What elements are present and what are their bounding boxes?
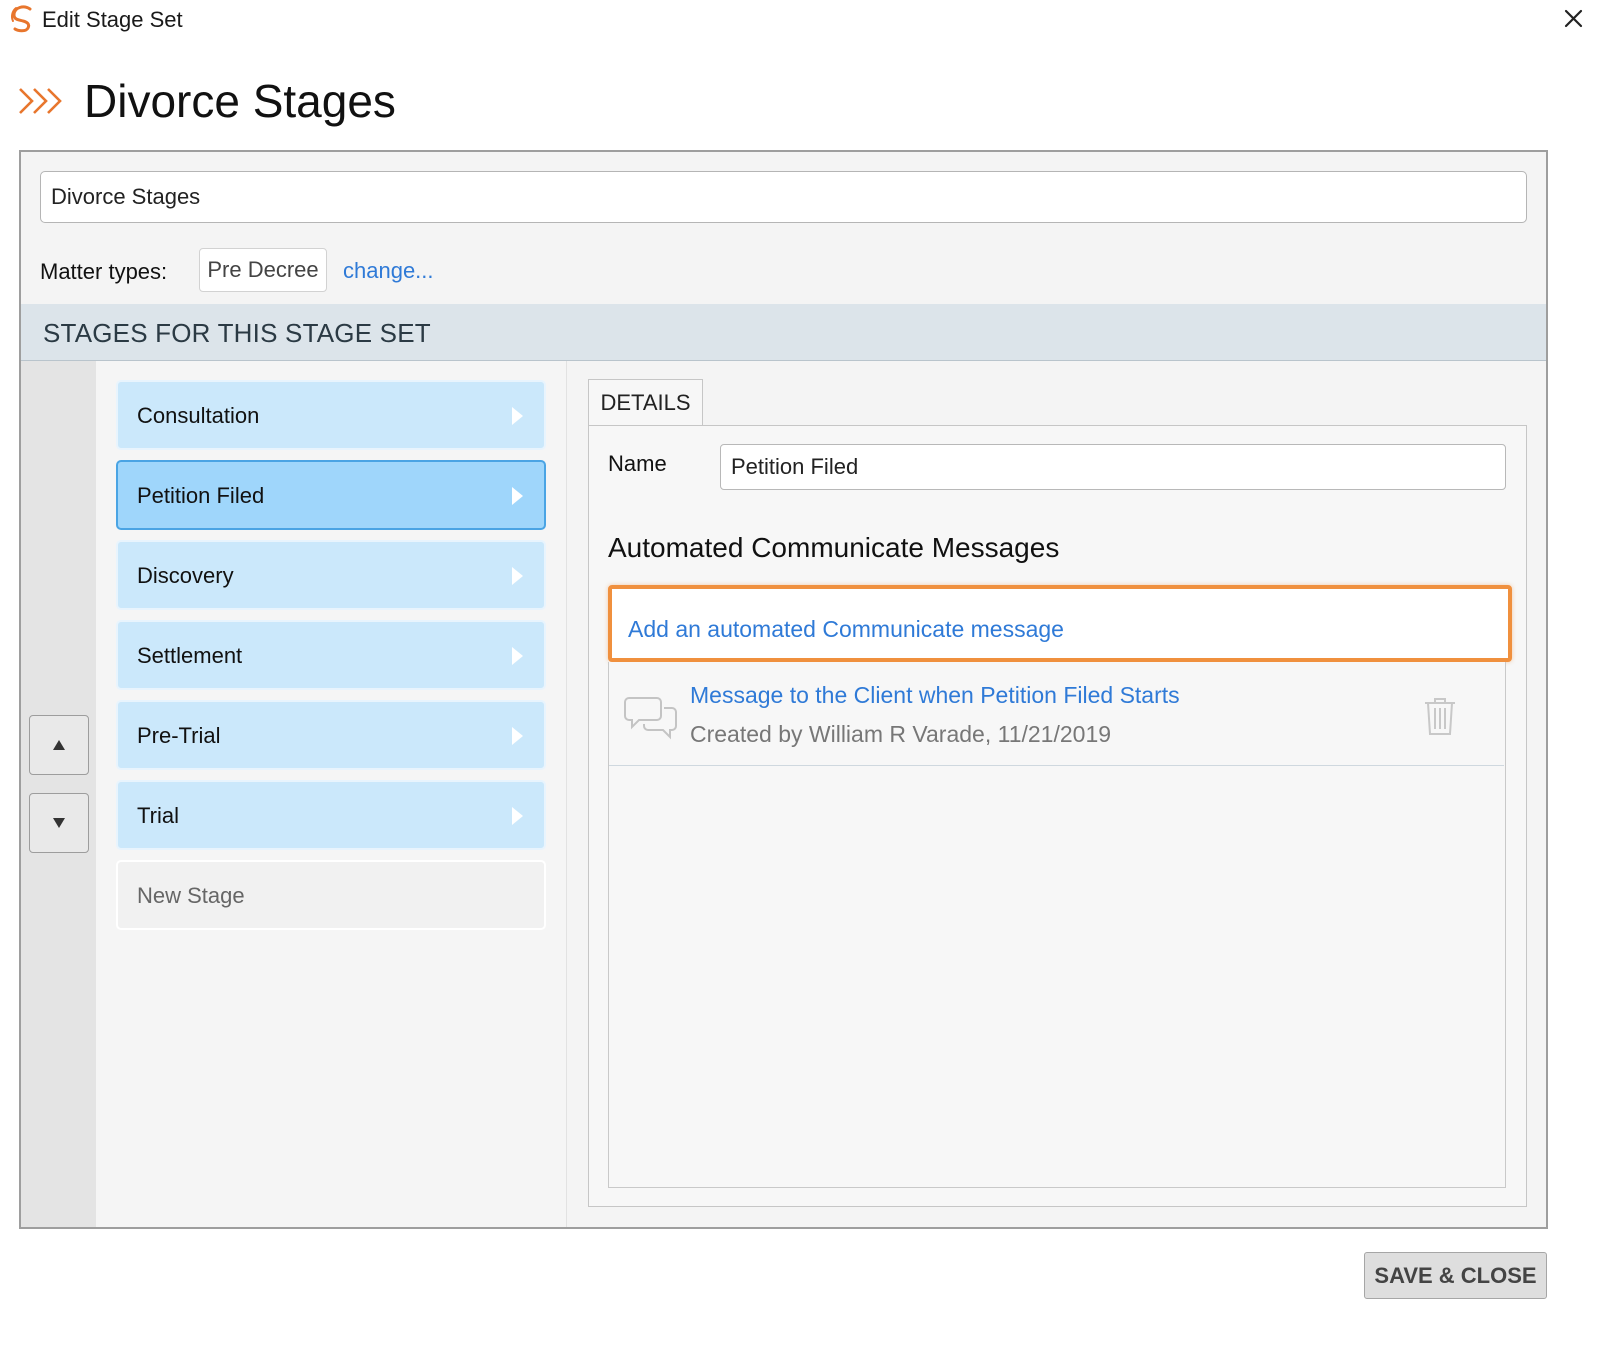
add-automated-message-button[interactable]: Add an automated Communicate message xyxy=(608,585,1512,662)
add-automated-message-link[interactable]: Add an automated Communicate message xyxy=(628,616,1064,643)
message-list-item: Message to the Client when Petition File… xyxy=(609,662,1504,766)
stage-label: Consultation xyxy=(137,403,260,428)
stage-item-settlement[interactable]: Settlement xyxy=(116,620,546,690)
reorder-column xyxy=(21,361,96,1227)
stages-section-header: STAGES FOR THIS STAGE SET xyxy=(21,304,1546,361)
window-title: Edit Stage Set xyxy=(42,7,183,32)
title-bar: Edit Stage Set xyxy=(0,0,1600,40)
new-stage-input[interactable]: New Stage xyxy=(116,860,546,930)
page-title: Divorce Stages xyxy=(84,75,396,127)
chevron-right-icon xyxy=(512,647,523,665)
stage-name-input[interactable] xyxy=(720,444,1506,490)
stage-item-consultation[interactable]: Consultation xyxy=(116,380,546,450)
chevron-right-icon xyxy=(512,567,523,585)
stage-name-label: Name xyxy=(608,451,667,476)
stage-label: Discovery xyxy=(137,563,234,588)
message-title-link[interactable]: Message to the Client when Petition File… xyxy=(690,682,1180,709)
stage-set-editor: Matter types: Pre Decree change... STAGE… xyxy=(19,150,1548,1229)
matter-type-chip: Pre Decree xyxy=(199,248,327,292)
stage-list: Consultation Petition Filed Discovery Se… xyxy=(96,361,566,1227)
stage-set-name-input[interactable] xyxy=(40,171,1527,223)
save-and-close-button[interactable]: SAVE & CLOSE xyxy=(1364,1252,1547,1299)
chevron-right-icon xyxy=(512,407,523,425)
stages-section-heading: STAGES FOR THIS STAGE SET xyxy=(43,318,431,348)
stage-label: Settlement xyxy=(137,643,243,668)
new-stage-placeholder: New Stage xyxy=(137,883,245,908)
automated-message-list: Message to the Client when Petition File… xyxy=(608,662,1506,1188)
chevron-right-icon xyxy=(512,807,523,825)
message-meta: Created by William R Varade, 11/21/2019 xyxy=(690,721,1112,747)
stage-label: Petition Filed xyxy=(137,483,265,508)
stage-item-discovery[interactable]: Discovery xyxy=(116,540,546,610)
stage-label: Pre-Trial xyxy=(137,723,221,748)
chat-bubbles-icon xyxy=(624,697,677,740)
move-stage-up-button[interactable] xyxy=(29,715,89,775)
chevron-right-icon xyxy=(512,727,523,745)
up-triangle-icon xyxy=(53,740,65,750)
change-matter-types-link[interactable]: change... xyxy=(343,258,434,284)
tab-details[interactable]: DETAILS xyxy=(588,379,703,427)
automated-messages-heading: Automated Communicate Messages xyxy=(608,532,1060,563)
smokeball-logo-icon xyxy=(11,5,32,33)
close-button[interactable] xyxy=(1555,2,1591,36)
chevron-right-icon xyxy=(512,487,523,505)
stage-item-pre-trial[interactable]: Pre-Trial xyxy=(116,700,546,770)
down-triangle-icon xyxy=(53,818,65,828)
stage-item-petition-filed[interactable]: Petition Filed xyxy=(116,460,546,530)
details-panel: Name Automated Communicate Messages Add … xyxy=(588,425,1527,1207)
matter-types-label: Matter types: xyxy=(40,259,168,284)
stage-details-area: DETAILS Name Automated Communicate Messa… xyxy=(566,361,1546,1227)
stage-label: Trial xyxy=(137,803,179,828)
trash-icon[interactable] xyxy=(1422,696,1458,736)
move-stage-down-button[interactable] xyxy=(29,793,89,853)
stage-item-trial[interactable]: Trial xyxy=(116,780,546,850)
close-icon xyxy=(1564,9,1583,28)
stages-chevrons-icon xyxy=(19,88,62,114)
